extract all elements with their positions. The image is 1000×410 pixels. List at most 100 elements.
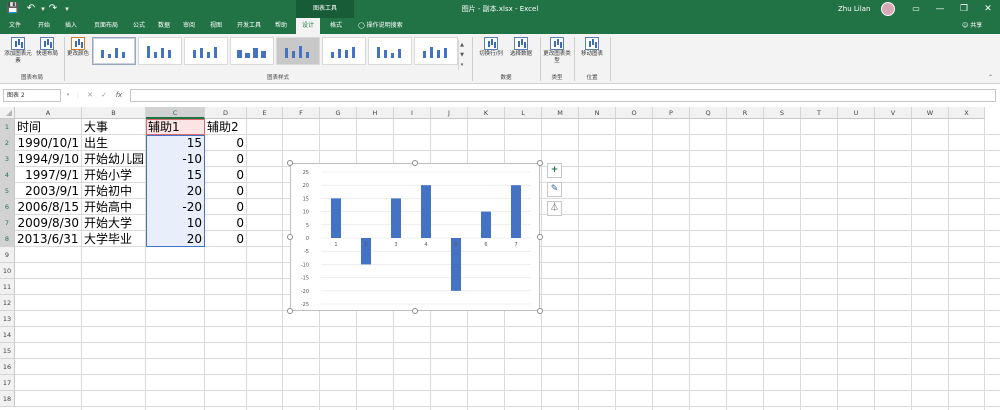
tab-developer[interactable]: 开发工具 [232, 18, 266, 34]
gallery-more-icon[interactable]: ▾ [461, 62, 464, 68]
quick-layout-button[interactable]: 快速布局 [33, 37, 61, 58]
column-header-v[interactable]: V [875, 107, 912, 119]
move-chart-button[interactable]: 移动图表 [577, 37, 607, 58]
aux2-cell[interactable]: 0 [205, 151, 246, 167]
aux2-cell[interactable]: 0 [205, 215, 246, 231]
tab-help[interactable]: 帮助 [270, 18, 292, 34]
column-header-t[interactable]: T [801, 107, 838, 119]
time-cell[interactable]: 1994/9/10 [15, 151, 81, 167]
column-header-n[interactable]: N [579, 107, 616, 119]
row-header-11[interactable]: 11 [0, 279, 15, 295]
column-header-j[interactable]: J [431, 107, 468, 119]
row-header-3[interactable]: 3 [0, 151, 15, 167]
column-header-x[interactable]: X [949, 107, 985, 119]
chart-resize-handle[interactable] [287, 160, 293, 166]
chart-bar[interactable] [481, 211, 491, 238]
collapse-ribbon-icon[interactable]: ⌃ [988, 74, 993, 81]
chart-filter-icon[interactable]: ⏃ [547, 201, 562, 216]
change-colors-button[interactable]: 更改颜色 [67, 37, 89, 58]
switch-row-column-button[interactable]: 切换行/列 [476, 37, 506, 58]
event-cell[interactable]: 开始高中 [82, 199, 145, 215]
event-cell[interactable]: 开始初中 [82, 183, 145, 199]
enter-icon[interactable]: ✓ [98, 89, 110, 102]
column-header-f[interactable]: F [283, 107, 320, 119]
ribbon-display-options-icon[interactable]: ▭ [904, 0, 928, 18]
column-header-k[interactable]: K [468, 107, 505, 119]
change-chart-type-button[interactable]: 更改图表类型 [543, 37, 571, 65]
row-header-13[interactable]: 13 [0, 311, 15, 327]
chart-bar[interactable] [331, 198, 341, 238]
restore-button[interactable]: ❐ [952, 0, 976, 18]
add-chart-element-button[interactable]: 添加图表元素 [3, 37, 33, 65]
add-chart-element-icon[interactable]: + [547, 163, 562, 178]
name-box[interactable]: 图表 2 [3, 89, 61, 102]
column-header-a[interactable]: A [15, 107, 82, 119]
time-cell[interactable]: 2009/8/30 [15, 215, 81, 231]
scroll-down-icon[interactable]: ▼ [460, 52, 464, 58]
row-header-8[interactable]: 8 [0, 231, 15, 247]
aux1-cell[interactable]: 20 [146, 231, 204, 247]
chart-bar[interactable] [421, 185, 431, 238]
chart-resize-handle[interactable] [412, 160, 418, 166]
chart-style-3[interactable] [184, 37, 228, 65]
row-header-16[interactable]: 16 [0, 359, 15, 375]
chart-resize-handle[interactable] [537, 160, 543, 166]
header-cell[interactable]: 辅助1 [146, 119, 204, 135]
time-cell[interactable]: 2013/6/31 [15, 231, 81, 247]
row-header-12[interactable]: 12 [0, 295, 15, 311]
chart-resize-handle[interactable] [287, 234, 293, 240]
time-cell[interactable]: 2003/9/1 [15, 183, 81, 199]
user-name[interactable]: Zhu Lilan [838, 0, 870, 18]
header-cell[interactable]: 辅助2 [205, 119, 246, 135]
tab-insert[interactable]: 插入 [60, 18, 82, 34]
chart-resize-handle[interactable] [412, 308, 418, 314]
chart-styles-brush-icon[interactable]: ✎ [547, 182, 562, 197]
column-header-e[interactable]: E [247, 107, 283, 119]
aux2-cell[interactable]: 0 [205, 135, 246, 151]
column-header-b[interactable]: B [82, 107, 146, 119]
formula-input[interactable] [130, 89, 996, 102]
close-button[interactable]: ✕ [976, 0, 1000, 18]
column-header-c[interactable]: C [146, 107, 205, 119]
column-header-d[interactable]: D [205, 107, 247, 119]
time-cell[interactable]: 1997/9/1 [15, 167, 81, 183]
column-header-r[interactable]: R [727, 107, 764, 119]
row-header-1[interactable]: 1 [0, 119, 15, 135]
minimize-button[interactable]: — [928, 0, 952, 18]
aux1-cell[interactable]: 10 [146, 215, 204, 231]
column-header-i[interactable]: I [394, 107, 431, 119]
tab-format[interactable]: 格式 [324, 18, 348, 34]
aux2-cell[interactable]: 0 [205, 183, 246, 199]
event-cell[interactable]: 开始幼儿园 [82, 151, 145, 167]
event-cell[interactable]: 开始大学 [82, 215, 145, 231]
tab-data[interactable]: 数据 [153, 18, 175, 34]
time-cell[interactable]: 1990/10/1 [15, 135, 81, 151]
cancel-icon[interactable]: ✕ [84, 89, 96, 102]
share-button[interactable]: ☺ 共享 [962, 18, 982, 34]
row-header-9[interactable]: 9 [0, 247, 15, 263]
select-all-corner[interactable] [0, 107, 15, 119]
aux1-cell[interactable]: 20 [146, 183, 204, 199]
chart-area[interactable]: 25 20 15 10 5 0 -5 -10 -15 -20 -25 1 2 3 4 5 6 7 [290, 163, 540, 311]
header-cell[interactable]: 大事 [82, 119, 145, 135]
tell-me-search[interactable]: ◯ 操作说明搜索 [358, 18, 403, 34]
row-header-2[interactable]: 2 [0, 135, 15, 151]
column-header-o[interactable]: O [616, 107, 653, 119]
event-cell[interactable]: 出生 [82, 135, 145, 151]
aux1-cell[interactable]: -20 [146, 199, 204, 215]
chart-style-2[interactable] [138, 37, 182, 65]
gallery-scroll[interactable]: ▲ ▼ ▾ [458, 40, 465, 70]
chart-bar[interactable] [391, 198, 401, 238]
row-header-18[interactable]: 18 [0, 391, 15, 407]
row-header-14[interactable]: 14 [0, 327, 15, 343]
aux1-cell[interactable]: 15 [146, 135, 204, 151]
chart-resize-handle[interactable] [537, 234, 543, 240]
aux2-cell[interactable]: 0 [205, 199, 246, 215]
tab-view[interactable]: 视图 [205, 18, 227, 34]
row-header-7[interactable]: 7 [0, 215, 15, 231]
insert-function-icon[interactable]: fx [113, 89, 125, 102]
time-cell[interactable]: 2006/8/15 [15, 199, 81, 215]
chart-style-6[interactable] [322, 37, 366, 65]
chart-resize-handle[interactable] [287, 308, 293, 314]
column-header-s[interactable]: S [764, 107, 801, 119]
